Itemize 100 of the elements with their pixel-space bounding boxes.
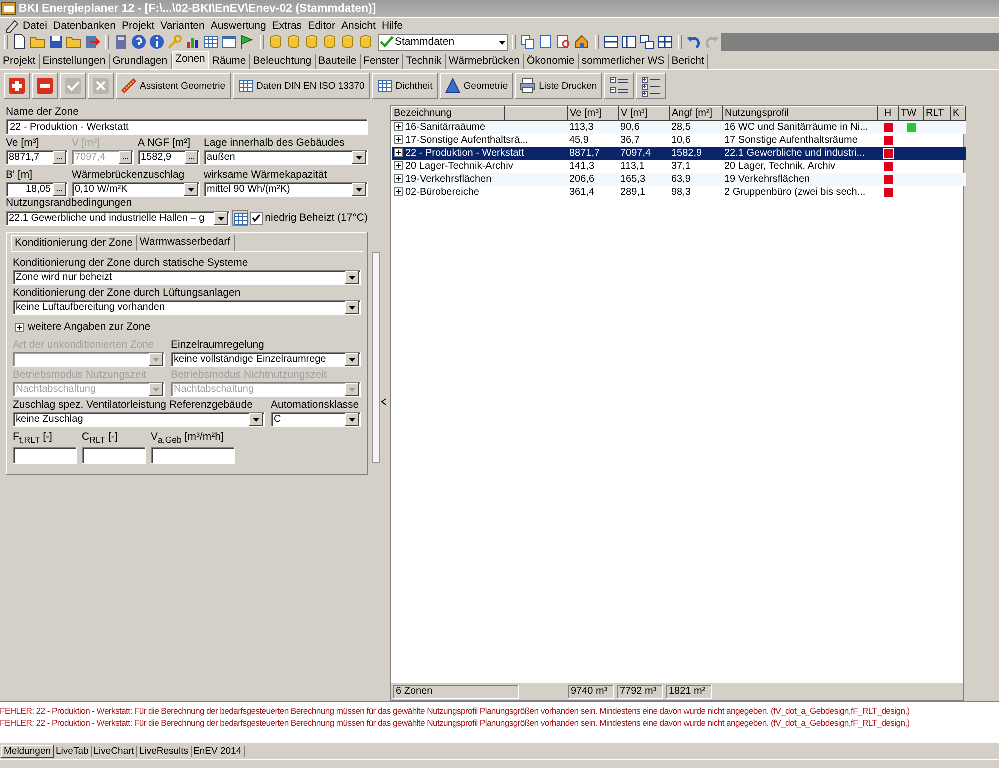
dropdown[interactable]: 0,10 W/m²K	[72, 182, 200, 197]
dropdown-button[interactable]	[184, 183, 198, 196]
dropdown-button[interactable]	[214, 212, 228, 224]
tab[interactable]: Warmwasserbedarf	[136, 235, 235, 251]
dropdown[interactable]: C	[271, 412, 361, 427]
database-icon	[304, 34, 320, 50]
column-header[interactable]: Angf [m²]	[670, 106, 722, 120]
toolbar-button[interactable]: Daten DIN EN ISO 13370	[232, 73, 370, 99]
dropdown[interactable]: außen	[204, 150, 368, 165]
column-header[interactable]: H	[878, 106, 898, 120]
column-header[interactable]: Ve [m³]	[568, 106, 618, 120]
tab[interactable]: LiveChart	[92, 746, 138, 757]
tab[interactable]: EnEV 2014	[192, 746, 245, 757]
dropdown-button[interactable]	[345, 413, 359, 426]
table-cell: 1582,9	[670, 147, 722, 160]
toolbar-button[interactable]	[656, 33, 674, 51]
table-cell: 361,4	[568, 186, 618, 199]
toolbar-button[interactable]	[519, 33, 537, 51]
tab[interactable]: Bauteile	[316, 54, 361, 69]
menu-item[interactable]: Projekt	[118, 20, 158, 32]
toolbar-button[interactable]: Assistent Geometrie	[116, 73, 231, 99]
dropdown[interactable]: 22.1 Gewerbliche und industrielle Hallen – g	[6, 210, 230, 226]
tab[interactable]: Projekt	[0, 54, 40, 69]
table-row[interactable]: 17-Sonstige Aufenthaltsrä... 45,9 36,7 10,6 17 Sonstige Aufenthaltsräume	[392, 134, 966, 147]
toolbar-button[interactable]	[620, 33, 638, 51]
column-header[interactable]: RLT	[924, 106, 950, 120]
remove-button[interactable]	[32, 73, 58, 99]
toolbar-button[interactable]: Geometrie	[440, 73, 514, 99]
toolbar-button[interactable]	[638, 33, 656, 51]
dropdown-button[interactable]	[345, 353, 359, 366]
menu-item[interactable]: Auswertung	[208, 20, 270, 32]
table-row[interactable]: 19-Verkehrsflächen 206,6 165,3 63,9 19 Verkehrsflächen	[392, 173, 966, 186]
table-row[interactable]: 22 - Produktion - Werkstatt 8871,7 7097,4 1582,9 22.1 Gewerbliche und industri...	[392, 147, 966, 160]
dropdown-button[interactable]	[345, 271, 359, 284]
tab[interactable]: Meldungen	[1, 745, 54, 758]
toolbar-button[interactable]: Dichtheit	[372, 73, 438, 99]
dropdown[interactable]: keine Zuschlag	[13, 412, 265, 427]
menu-item[interactable]: Datenbanken	[50, 20, 119, 32]
tab[interactable]: Zonen	[172, 51, 210, 69]
column-header[interactable]: Nutzungsprofil	[722, 106, 878, 120]
table-row[interactable]: 20 Lager-Technik-Archiv 141,3 113,1 37,1 20 Lager, Technik, Archiv	[392, 160, 966, 173]
column-header[interactable]	[504, 106, 568, 120]
column-header[interactable]: K	[950, 106, 966, 120]
menu-item[interactable]: Ansicht	[338, 20, 379, 32]
tab[interactable]: Räume	[209, 54, 250, 69]
collapse-all-button[interactable]	[604, 73, 634, 99]
menu-item[interactable]: Extras	[269, 20, 306, 32]
input-field[interactable]	[13, 447, 77, 464]
dropdown-button[interactable]	[345, 301, 359, 314]
toolbar-button[interactable]	[148, 33, 166, 51]
dropdown[interactable]: Zone wird nur beheizt	[13, 270, 361, 285]
table-button[interactable]	[232, 210, 248, 226]
expander[interactable]: weitere Angaben zur Zone	[15, 321, 361, 333]
input-field[interactable]: 22 - Produktion - Werkstatt	[6, 119, 368, 135]
number-field[interactable]: 18,05	[6, 182, 68, 197]
tab[interactable]: Bericht	[668, 54, 708, 69]
dropdown[interactable]: keine vollständige Einzelraumrege	[171, 352, 361, 367]
table-row[interactable]: 16-Sanitärraäume 113,3 90,6 28,5 16 WC und Sanitärräume in Ni...	[392, 120, 966, 134]
checkbox-box[interactable]	[250, 212, 264, 224]
tab[interactable]: Konditionierung der Zone	[11, 235, 137, 251]
column-header[interactable]: TW	[898, 106, 924, 120]
toolbar-button[interactable]	[47, 33, 65, 51]
menu-item[interactable]: Varianten	[158, 20, 208, 32]
dropdown[interactable]: mittel 90 Wh/(m²K)	[204, 182, 368, 197]
ellipsis-button[interactable]	[53, 183, 66, 196]
menu-item[interactable]: Datei	[20, 20, 51, 32]
table-cell: 20 Lager, Technik, Archiv	[722, 160, 878, 173]
dropdown-button[interactable]	[352, 151, 366, 164]
expand-all-button[interactable]	[636, 73, 666, 99]
tab[interactable]: Ökonomie	[524, 54, 579, 69]
tab[interactable]: Einstellungen	[40, 54, 110, 69]
dropdown-button[interactable]	[352, 183, 366, 196]
column-header[interactable]: V [m³]	[618, 106, 670, 120]
toolbar-button[interactable]	[220, 33, 238, 51]
table-row[interactable]: 02-Bürobereiche 361,4 289,1 98,3 2 Gruppenbüro (zwei bis sech...	[392, 186, 966, 199]
ellipsis-button[interactable]	[53, 151, 66, 164]
toolbar-button[interactable]: Liste Drucken	[515, 73, 602, 99]
input-field[interactable]	[82, 447, 146, 464]
number-field[interactable]: 8871,7	[6, 150, 68, 165]
dropdown-button[interactable]	[249, 413, 263, 426]
tab[interactable]: Fenster	[360, 54, 404, 69]
dropdown[interactable]: keine Luftaufbereitung vorhanden	[13, 300, 361, 315]
toolbar-button[interactable]	[602, 33, 620, 51]
toolbar-button[interactable]	[202, 33, 220, 51]
menu-item[interactable]: Editor	[305, 20, 338, 32]
number-field[interactable]: 1582,9	[138, 150, 200, 165]
checkbox[interactable]: niedrig Beheizt (17°C)	[250, 212, 368, 224]
tab[interactable]: Wärmebrücken	[446, 54, 524, 69]
input-field[interactable]	[151, 447, 235, 464]
tab[interactable]: Technik	[403, 54, 446, 69]
toolbar-button[interactable]	[130, 33, 148, 51]
tab[interactable]: LiveResults	[137, 746, 192, 757]
tab[interactable]: LiveTab	[54, 746, 92, 757]
add-button[interactable]	[4, 73, 30, 99]
menu-item[interactable]: Hilfe	[378, 20, 406, 32]
tab[interactable]: Beleuchtung	[250, 54, 316, 69]
ellipsis-button[interactable]	[185, 151, 198, 164]
dataset-dropdown[interactable]: Stammdaten	[378, 34, 508, 50]
column-header[interactable]: Bezeichnung	[392, 106, 504, 120]
tab[interactable]: sommerlicher WS	[578, 54, 669, 69]
